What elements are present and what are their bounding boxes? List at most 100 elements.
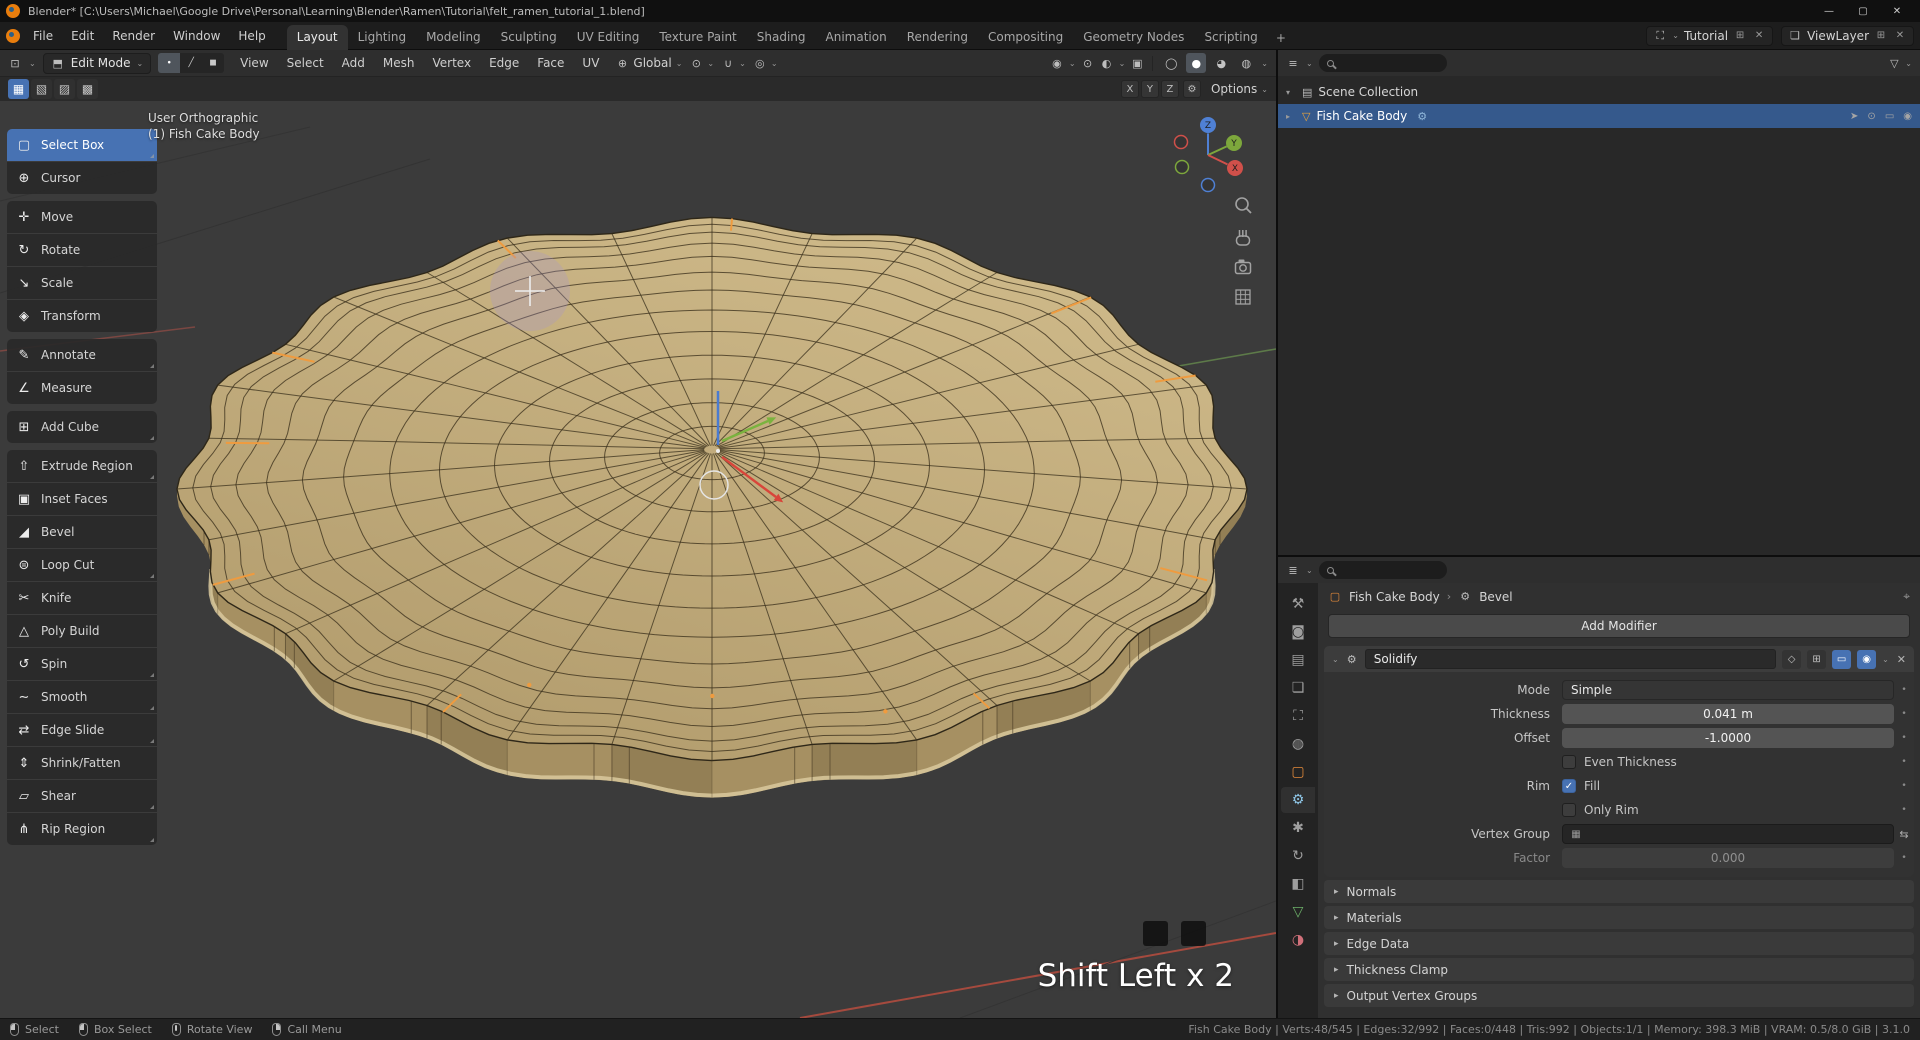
properties-editor-icon[interactable]: ≣ — [1286, 562, 1300, 578]
menu-render[interactable]: Render — [103, 26, 164, 46]
only-rim-checkbox[interactable] — [1562, 803, 1576, 817]
properties-tab-view-layer[interactable]: ❏ — [1281, 675, 1315, 701]
workspace-tab-modeling[interactable]: Modeling — [416, 25, 491, 50]
workspace-tab-geometry-nodes[interactable]: Geometry Nodes — [1073, 25, 1194, 50]
mirror-y-toggle[interactable]: Y — [1141, 80, 1159, 98]
breadcrumb-object[interactable]: Fish Cake Body — [1349, 590, 1440, 604]
properties-tab-particles[interactable]: ✱ — [1281, 815, 1315, 841]
viewport-menu-edge[interactable]: Edge — [480, 53, 528, 73]
subpanel-thickness-clamp[interactable]: ▸Thickness Clamp — [1324, 958, 1914, 981]
fill-checkbox[interactable]: ✓ — [1562, 779, 1576, 793]
editor-type-chevron-icon[interactable]: ⌄ — [29, 59, 36, 68]
tool-options-dropdown[interactable]: Options ⌄ — [1211, 82, 1268, 96]
mirror-x-toggle[interactable]: X — [1121, 80, 1139, 98]
gizmos-toggle-icon[interactable]: ⊙ — [1081, 55, 1095, 71]
menu-window[interactable]: Window — [164, 26, 229, 46]
workspace-tab-shading[interactable]: Shading — [747, 25, 816, 50]
workspace-tab-animation[interactable]: Animation — [816, 25, 897, 50]
even-thickness-checkbox[interactable] — [1562, 755, 1576, 769]
tool-cursor[interactable]: ⊕Cursor — [7, 162, 157, 194]
view-layer-selector[interactable]: ❏ ViewLayer ⊞ ✕ — [1781, 26, 1914, 46]
properties-tab-render[interactable]: ◙ — [1281, 619, 1315, 645]
animate-dot-icon[interactable]: • — [1894, 781, 1914, 791]
snap-settings-icon[interactable]: ⚙ — [1183, 80, 1201, 98]
viewport-menu-select[interactable]: Select — [278, 53, 333, 73]
proportional-editing-dropdown[interactable]: ◎ ⌄ — [753, 55, 778, 71]
outliner-editor-chevron-icon[interactable]: ⌄ — [1306, 59, 1313, 68]
menu-edit[interactable]: Edit — [62, 26, 103, 46]
app-menu-icon[interactable] — [6, 29, 20, 43]
disable-in-viewport-icon[interactable]: ▭ — [1885, 111, 1894, 122]
tool-bevel[interactable]: ◢Bevel — [7, 516, 157, 548]
menu-file[interactable]: File — [24, 26, 62, 46]
select-mode-option-0[interactable]: ▦ — [8, 79, 29, 99]
vertex-select-button[interactable]: ∙ — [158, 53, 180, 73]
breadcrumb-modifier[interactable]: Bevel — [1479, 590, 1512, 604]
xray-toggle-icon[interactable]: ▣ — [1130, 55, 1144, 71]
tool-knife[interactable]: ✂Knife — [7, 582, 157, 614]
workspace-tab-uv-editing[interactable]: UV Editing — [567, 25, 650, 50]
filter-icon[interactable]: ▽ — [1887, 55, 1901, 71]
solidify-mode-dropdown[interactable]: Simple — [1562, 680, 1894, 700]
properties-tab-object[interactable]: ▢ — [1281, 759, 1315, 785]
shading-chevron-icon[interactable]: ⌄ — [1261, 59, 1268, 68]
animate-dot-icon[interactable]: • — [1894, 757, 1914, 767]
display-on-cage-toggle[interactable]: ◇ — [1782, 650, 1801, 669]
pin-icon[interactable]: ⌖ — [1903, 589, 1910, 604]
collapse-icon[interactable]: ▾ — [1286, 88, 1296, 97]
properties-tab-constraints[interactable]: ◧ — [1281, 871, 1315, 897]
tool-select-box[interactable]: ▢Select Box — [7, 129, 157, 161]
modifier-close-icon[interactable]: ✕ — [1897, 653, 1906, 666]
expand-icon[interactable]: ▸ — [1286, 112, 1296, 121]
offset-field[interactable]: -1.0000 — [1562, 728, 1894, 748]
tool-rotate[interactable]: ↻Rotate — [7, 234, 157, 266]
tool-loop-cut[interactable]: ⊜Loop Cut — [7, 549, 157, 581]
new-scene-icon[interactable]: ⊞ — [1733, 28, 1747, 44]
tool-rip-region[interactable]: ⋔Rip Region — [7, 813, 157, 845]
shading-material-button[interactable]: ◕ — [1211, 53, 1231, 73]
restrict-select-icon[interactable]: ➤ — [1850, 111, 1858, 122]
subpanel-materials[interactable]: ▸Materials — [1324, 906, 1914, 929]
viewport-menu-vertex[interactable]: Vertex — [424, 53, 481, 73]
tool-annotate[interactable]: ✎Annotate — [7, 339, 157, 371]
tool-move[interactable]: ✛Move — [7, 201, 157, 233]
visibility-chevron-icon[interactable]: ⌄ — [1069, 59, 1076, 68]
transform-orientation-dropdown[interactable]: ⊕ Global ⌄ — [615, 55, 682, 71]
scene-selector[interactable]: ⛶ ⌄ Tutorial ⊞ ✕ — [1646, 26, 1773, 46]
tool-add-cube[interactable]: ⊞Add Cube — [7, 411, 157, 443]
outliner-row-fish-cake-body[interactable]: ▸ ▽ Fish Cake Body ⚙ ➤ ⊙ ▭ ◉ — [1278, 104, 1920, 128]
close-button[interactable]: ✕ — [1880, 0, 1914, 22]
editor-type-icon[interactable]: ⊡ — [8, 55, 22, 71]
invert-vertex-group-icon[interactable]: ⇆ — [1894, 828, 1914, 841]
properties-tab-physics[interactable]: ↻ — [1281, 843, 1315, 869]
subpanel-output-vertex-groups[interactable]: ▸Output Vertex Groups — [1324, 984, 1914, 1007]
overlays-toggle-icon[interactable]: ◐ — [1100, 55, 1114, 71]
tool-shear[interactable]: ▱Shear — [7, 780, 157, 812]
pivot-dropdown[interactable]: ⊙ ⌄ — [689, 55, 714, 71]
tool-shrink-fatten[interactable]: ⇕Shrink/Fatten — [7, 747, 157, 779]
3d-viewport[interactable]: ZYX ▢Select Box⊕Cursor✛Move↻Rotate↘Scale… — [0, 101, 1276, 1018]
properties-editor-chevron-icon[interactable]: ⌄ — [1306, 566, 1313, 575]
tool-spin[interactable]: ↺Spin — [7, 648, 157, 680]
workspace-tab-scripting[interactable]: Scripting — [1194, 25, 1267, 50]
viewport-menu-uv[interactable]: UV — [573, 53, 608, 73]
properties-tab-output[interactable]: ▤ — [1281, 647, 1315, 673]
animate-dot-icon[interactable]: • — [1894, 853, 1914, 863]
tool-extrude-region[interactable]: ⇧Extrude Region — [7, 450, 157, 482]
object-visibility-icon[interactable]: ◉ — [1050, 55, 1064, 71]
shading-wireframe-button[interactable]: ◯ — [1161, 53, 1181, 73]
display-render-toggle[interactable]: ◉ — [1857, 650, 1876, 669]
animate-dot-icon[interactable]: • — [1894, 685, 1914, 695]
animate-dot-icon[interactable]: • — [1894, 805, 1914, 815]
select-mode-option-1[interactable]: ▧ — [31, 79, 52, 99]
snap-dropdown[interactable]: ∪ ⌄ — [721, 55, 746, 71]
minimize-button[interactable]: — — [1812, 0, 1846, 22]
panel-collapse-icon[interactable]: ⌄ — [1332, 655, 1339, 664]
workspace-tab-layout[interactable]: Layout — [287, 25, 348, 50]
add-workspace-button[interactable]: + — [1268, 26, 1294, 50]
unlink-scene-icon[interactable]: ✕ — [1752, 28, 1766, 44]
remove-view-layer-icon[interactable]: ✕ — [1893, 28, 1907, 44]
modifier-extras-icon[interactable]: ⌄ — [1882, 655, 1889, 664]
scene-dropdown-icon[interactable]: ⌄ — [1672, 31, 1679, 40]
mode-dropdown[interactable]: ⬒ Edit Mode ⌄ — [43, 53, 151, 74]
